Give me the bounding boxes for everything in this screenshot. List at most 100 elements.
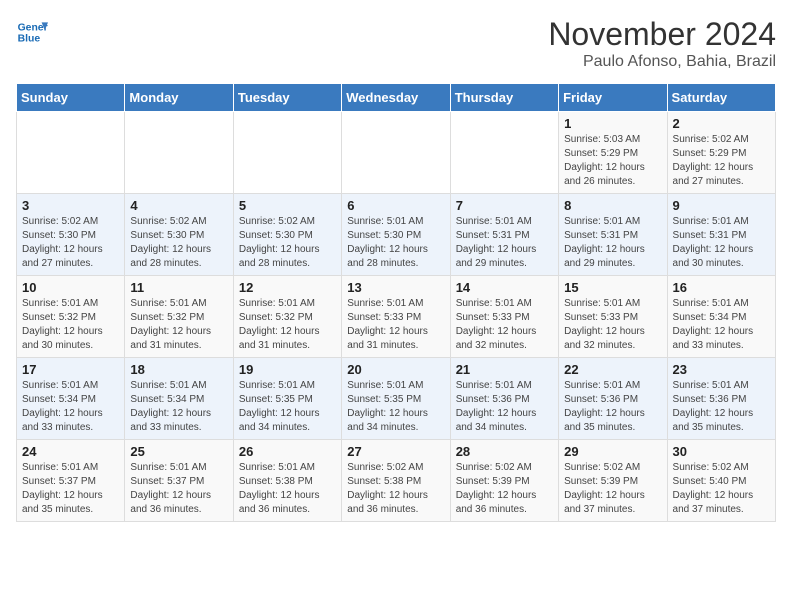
page-header: General Blue November 2024 Paulo Afonso,…: [16, 16, 776, 71]
day-number: 26: [239, 444, 336, 459]
day-info: Sunrise: 5:02 AM Sunset: 5:39 PM Dayligh…: [456, 461, 553, 517]
day-number: 19: [239, 362, 336, 377]
header-wednesday: Wednesday: [342, 84, 450, 112]
day-number: 7: [456, 198, 553, 213]
day-info: Sunrise: 5:01 AM Sunset: 5:31 PM Dayligh…: [456, 215, 553, 271]
day-info: Sunrise: 5:02 AM Sunset: 5:29 PM Dayligh…: [673, 133, 770, 189]
month-title: November 2024: [548, 16, 776, 53]
day-info: Sunrise: 5:01 AM Sunset: 5:32 PM Dayligh…: [239, 297, 336, 353]
day-number: 10: [22, 280, 119, 295]
calendar-cell: 22 Sunrise: 5:01 AM Sunset: 5:36 PM Dayli…: [559, 358, 667, 440]
day-number: 18: [130, 362, 227, 377]
day-number: 9: [673, 198, 770, 213]
day-number: 14: [456, 280, 553, 295]
day-info: Sunrise: 5:02 AM Sunset: 5:30 PM Dayligh…: [239, 215, 336, 271]
calendar-cell: 15 Sunrise: 5:01 AM Sunset: 5:33 PM Dayli…: [559, 276, 667, 358]
day-info: Sunrise: 5:01 AM Sunset: 5:32 PM Dayligh…: [22, 297, 119, 353]
day-info: Sunrise: 5:02 AM Sunset: 5:30 PM Dayligh…: [130, 215, 227, 271]
day-number: 13: [347, 280, 444, 295]
week-row-0: 1 Sunrise: 5:03 AM Sunset: 5:29 PM Daylig…: [17, 112, 776, 194]
header-saturday: Saturday: [667, 84, 775, 112]
day-info: Sunrise: 5:02 AM Sunset: 5:40 PM Dayligh…: [673, 461, 770, 517]
calendar-cell: 27Sunrise: 5:02 AM Sunset: 5:38 PM Dayli…: [342, 440, 450, 522]
day-info: Sunrise: 5:02 AM Sunset: 5:39 PM Dayligh…: [564, 461, 661, 517]
calendar-cell: 18 Sunrise: 5:01 AM Sunset: 5:34 PM Dayli…: [125, 358, 233, 440]
calendar-table: SundayMondayTuesdayWednesdayThursdayFrid…: [16, 83, 776, 522]
calendar-cell: 28 Sunrise: 5:02 AM Sunset: 5:39 PM Dayli…: [450, 440, 558, 522]
calendar-cell: 16 Sunrise: 5:01 AM Sunset: 5:34 PM Dayli…: [667, 276, 775, 358]
day-info: Sunrise: 5:01 AM Sunset: 5:35 PM Dayligh…: [239, 379, 336, 435]
day-info: Sunrise: 5:01 AM Sunset: 5:31 PM Dayligh…: [564, 215, 661, 271]
calendar-cell: 21 Sunrise: 5:01 AM Sunset: 5:36 PM Dayli…: [450, 358, 558, 440]
day-number: 4: [130, 198, 227, 213]
calendar-cell: 25 Sunrise: 5:01 AM Sunset: 5:37 PM Dayli…: [125, 440, 233, 522]
calendar-header: SundayMondayTuesdayWednesdayThursdayFrid…: [17, 84, 776, 112]
day-number: 16: [673, 280, 770, 295]
day-info: Sunrise: 5:01 AM Sunset: 5:34 PM Dayligh…: [673, 297, 770, 353]
day-number: 27: [347, 444, 444, 459]
svg-text:Blue: Blue: [18, 34, 41, 45]
day-number: 5: [239, 198, 336, 213]
day-info: Sunrise: 5:01 AM Sunset: 5:36 PM Dayligh…: [564, 379, 661, 435]
calendar-cell: [450, 112, 558, 194]
location-subtitle: Paulo Afonso, Bahia, Brazil: [548, 53, 776, 71]
week-row-3: 17 Sunrise: 5:01 AM Sunset: 5:34 PM Dayli…: [17, 358, 776, 440]
day-number: 21: [456, 362, 553, 377]
calendar-cell: 7 Sunrise: 5:01 AM Sunset: 5:31 PM Daylig…: [450, 194, 558, 276]
day-number: 1: [564, 116, 661, 131]
week-row-4: 24Sunrise: 5:01 AM Sunset: 5:37 PM Dayli…: [17, 440, 776, 522]
calendar-body: 1 Sunrise: 5:03 AM Sunset: 5:29 PM Daylig…: [17, 112, 776, 522]
calendar-cell: 24Sunrise: 5:01 AM Sunset: 5:37 PM Dayli…: [17, 440, 125, 522]
calendar-cell: 1 Sunrise: 5:03 AM Sunset: 5:29 PM Daylig…: [559, 112, 667, 194]
calendar-cell: [125, 112, 233, 194]
week-row-1: 3 Sunrise: 5:02 AM Sunset: 5:30 PM Daylig…: [17, 194, 776, 276]
logo-icon: General Blue: [16, 16, 48, 48]
header-sunday: Sunday: [17, 84, 125, 112]
calendar-cell: 17 Sunrise: 5:01 AM Sunset: 5:34 PM Dayli…: [17, 358, 125, 440]
calendar-cell: 4 Sunrise: 5:02 AM Sunset: 5:30 PM Daylig…: [125, 194, 233, 276]
day-number: 11: [130, 280, 227, 295]
calendar-cell: [342, 112, 450, 194]
calendar-cell: 9Sunrise: 5:01 AM Sunset: 5:31 PM Daylig…: [667, 194, 775, 276]
header-friday: Friday: [559, 84, 667, 112]
calendar-cell: 19 Sunrise: 5:01 AM Sunset: 5:35 PM Dayli…: [233, 358, 341, 440]
day-number: 17: [22, 362, 119, 377]
day-number: 22: [564, 362, 661, 377]
day-number: 28: [456, 444, 553, 459]
day-info: Sunrise: 5:01 AM Sunset: 5:38 PM Dayligh…: [239, 461, 336, 517]
day-info: Sunrise: 5:01 AM Sunset: 5:33 PM Dayligh…: [456, 297, 553, 353]
day-number: 15: [564, 280, 661, 295]
day-number: 29: [564, 444, 661, 459]
calendar-cell: 29 Sunrise: 5:02 AM Sunset: 5:39 PM Dayli…: [559, 440, 667, 522]
day-info: Sunrise: 5:03 AM Sunset: 5:29 PM Dayligh…: [564, 133, 661, 189]
calendar-cell: 6 Sunrise: 5:01 AM Sunset: 5:30 PM Daylig…: [342, 194, 450, 276]
day-info: Sunrise: 5:01 AM Sunset: 5:37 PM Dayligh…: [22, 461, 119, 517]
day-number: 20: [347, 362, 444, 377]
calendar-cell: 23Sunrise: 5:01 AM Sunset: 5:36 PM Dayli…: [667, 358, 775, 440]
calendar-cell: 13 Sunrise: 5:01 AM Sunset: 5:33 PM Dayli…: [342, 276, 450, 358]
calendar-cell: 3Sunrise: 5:02 AM Sunset: 5:30 PM Daylig…: [17, 194, 125, 276]
day-info: Sunrise: 5:01 AM Sunset: 5:34 PM Dayligh…: [130, 379, 227, 435]
calendar-cell: 12 Sunrise: 5:01 AM Sunset: 5:32 PM Dayli…: [233, 276, 341, 358]
day-info: Sunrise: 5:01 AM Sunset: 5:36 PM Dayligh…: [673, 379, 770, 435]
day-info: Sunrise: 5:01 AM Sunset: 5:35 PM Dayligh…: [347, 379, 444, 435]
day-info: Sunrise: 5:01 AM Sunset: 5:33 PM Dayligh…: [347, 297, 444, 353]
calendar-cell: 30 Sunrise: 5:02 AM Sunset: 5:40 PM Dayli…: [667, 440, 775, 522]
logo: General Blue: [16, 16, 48, 48]
day-info: Sunrise: 5:01 AM Sunset: 5:33 PM Dayligh…: [564, 297, 661, 353]
calendar-cell: 11Sunrise: 5:01 AM Sunset: 5:32 PM Dayli…: [125, 276, 233, 358]
day-info: Sunrise: 5:01 AM Sunset: 5:34 PM Dayligh…: [22, 379, 119, 435]
header-tuesday: Tuesday: [233, 84, 341, 112]
day-number: 25: [130, 444, 227, 459]
header-row: SundayMondayTuesdayWednesdayThursdayFrid…: [17, 84, 776, 112]
day-number: 3: [22, 198, 119, 213]
day-number: 30: [673, 444, 770, 459]
day-number: 12: [239, 280, 336, 295]
header-thursday: Thursday: [450, 84, 558, 112]
day-number: 6: [347, 198, 444, 213]
calendar-cell: 5 Sunrise: 5:02 AM Sunset: 5:30 PM Daylig…: [233, 194, 341, 276]
day-info: Sunrise: 5:01 AM Sunset: 5:30 PM Dayligh…: [347, 215, 444, 271]
day-info: Sunrise: 5:01 AM Sunset: 5:37 PM Dayligh…: [130, 461, 227, 517]
week-row-2: 10 Sunrise: 5:01 AM Sunset: 5:32 PM Dayli…: [17, 276, 776, 358]
day-info: Sunrise: 5:01 AM Sunset: 5:36 PM Dayligh…: [456, 379, 553, 435]
